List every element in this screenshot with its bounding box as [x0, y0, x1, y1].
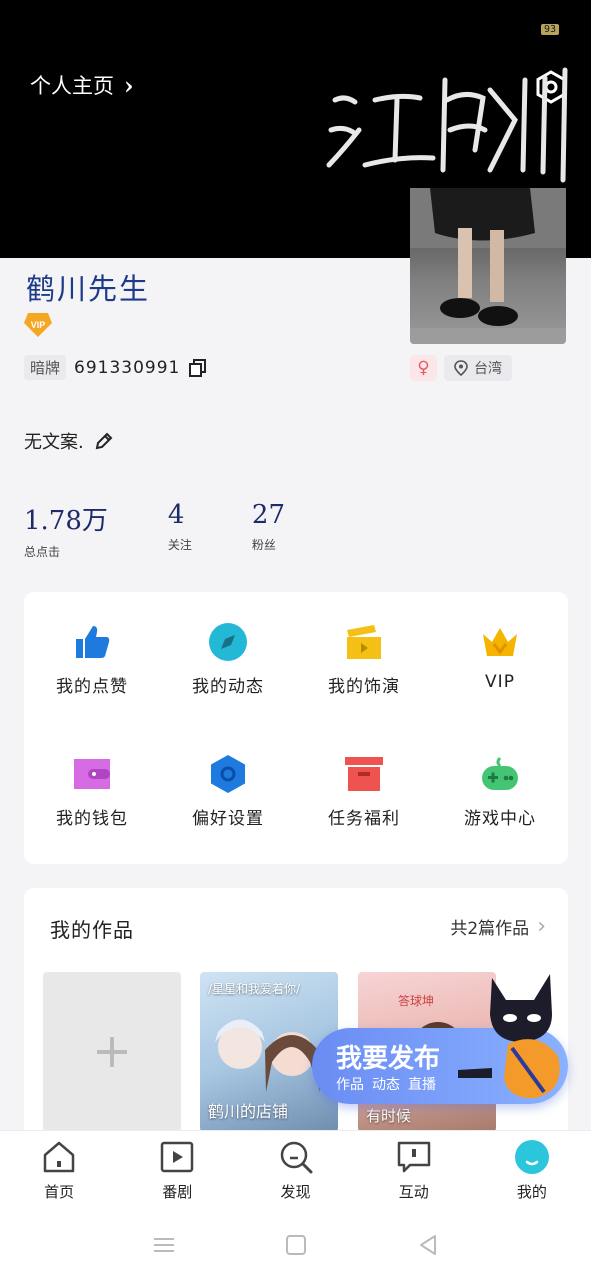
menu-vip[interactable]: VIP	[432, 592, 568, 724]
menu-preferences[interactable]: 偏好设置	[160, 724, 296, 856]
menu-my-likes[interactable]: 我的点赞	[24, 592, 160, 724]
bio-text: 无文案.	[24, 432, 84, 453]
system-navigation-bar	[0, 1210, 591, 1280]
bio-row[interactable]: 无文案.	[24, 428, 114, 454]
stat-following[interactable]: 4 关注	[168, 500, 192, 560]
menu-label: VIP	[485, 672, 515, 692]
tab-label: 番剧	[162, 1183, 193, 1201]
crown-icon	[483, 628, 517, 656]
stat-total-clicks[interactable]: 1.78万 总点击	[24, 500, 108, 560]
thumbs-up-icon	[76, 626, 110, 658]
tab-discover[interactable]: 发现	[236, 1131, 354, 1210]
plus-icon	[97, 1037, 127, 1067]
menu-label: 我的点赞	[56, 677, 128, 697]
play-icon	[161, 1141, 194, 1173]
cat-mascot-icon	[458, 974, 560, 1099]
menu-my-wallet[interactable]: 我的钱包	[24, 724, 160, 856]
calligraphy-banner	[326, 67, 568, 183]
stat-value: 27	[251, 500, 286, 530]
female-icon: ♀	[417, 358, 430, 378]
publish-option-post: 动态	[372, 1077, 400, 1093]
gift-box-icon	[345, 757, 383, 791]
tab-label: 发现	[280, 1183, 311, 1201]
tab-label: 首页	[44, 1183, 75, 1201]
stat-followers[interactable]: 27 粉丝	[252, 500, 285, 560]
chevron-right-icon: ›	[124, 70, 134, 100]
gender-badge: ♀	[410, 355, 437, 381]
chat-icon	[397, 1141, 430, 1173]
nickname: 鹤川先生	[26, 272, 151, 306]
home-icon	[43, 1141, 75, 1173]
hexagon-settings-icon	[211, 755, 245, 793]
menu-label: 任务福利	[328, 809, 400, 829]
menu-game-center[interactable]: 游戏中心	[432, 724, 568, 856]
profile-icon	[514, 1140, 549, 1174]
back-triangle-icon[interactable]	[417, 1234, 439, 1256]
user-id-row: 暗牌 691330991	[24, 355, 208, 380]
gamepad-icon	[482, 756, 518, 790]
menu-label: 游戏中心	[464, 809, 536, 829]
stats-row: 1.78万 总点击 4 关注 27 粉丝	[24, 500, 345, 560]
bottom-tab-bar: 首页 番剧 发现 互动 我的	[0, 1130, 591, 1210]
vip-badge-icon: VIP	[24, 313, 52, 337]
chevron-right-icon: ›	[537, 914, 546, 939]
works-count-label: 共2篇作品	[450, 919, 530, 939]
home-square-icon[interactable]	[285, 1234, 307, 1256]
menu-my-posts[interactable]: 我的动态	[160, 592, 296, 724]
work-cover-caption: /星星和我爱着你/	[208, 982, 301, 996]
stat-label: 总点击	[24, 545, 61, 559]
location-badge: 台湾	[444, 355, 512, 381]
stat-value: 1.78万	[24, 506, 108, 536]
stat-label: 粉丝	[251, 538, 276, 552]
location-pin-icon	[454, 360, 468, 376]
battery-indicator: 93	[540, 24, 559, 35]
profile-avatar-photo[interactable]	[410, 188, 566, 344]
menu-my-roles[interactable]: 我的饰演	[296, 592, 432, 724]
clapperboard-icon	[347, 625, 381, 659]
home-page-link-label: 个人主页	[30, 74, 114, 98]
publish-option-work: 作品	[336, 1077, 364, 1093]
id-tag: 暗牌	[24, 355, 67, 380]
menu-label: 偏好设置	[192, 809, 264, 829]
discover-search-icon	[280, 1141, 312, 1174]
tab-label: 互动	[398, 1183, 429, 1201]
menu-task-rewards[interactable]: 任务福利	[296, 724, 432, 856]
home-page-link[interactable]: 个人主页 ›	[30, 70, 134, 100]
publish-options: 作品 动态 直播	[336, 1074, 436, 1094]
edit-pencil-icon[interactable]	[94, 431, 114, 451]
wallet-icon	[74, 759, 110, 789]
add-work-tile[interactable]	[43, 972, 181, 1132]
tab-interact[interactable]: 互动	[355, 1131, 473, 1210]
works-count-link[interactable]: 共2篇作品 ›	[450, 914, 546, 939]
compass-icon	[209, 623, 247, 661]
work-cover-title: 鹤川的店铺	[208, 1102, 289, 1121]
tab-mine[interactable]: 我的	[473, 1131, 591, 1210]
tab-series[interactable]: 番剧	[118, 1131, 236, 1210]
menu-label: 我的饰演	[328, 677, 400, 697]
tab-label: 我的	[516, 1183, 547, 1201]
works-title: 我的作品	[50, 918, 134, 942]
user-id-number: 691330991	[74, 357, 181, 378]
avatar-illustration	[410, 188, 566, 344]
stat-value: 4	[167, 500, 185, 530]
publish-title: 我要发布	[336, 1044, 441, 1074]
feature-menu-card: 我的点赞 我的动态 我的饰演 VIP 我的钱包 偏好设置 任务福利 游戏中心	[24, 592, 568, 864]
stat-label: 关注	[167, 538, 192, 552]
menu-lines-icon[interactable]	[153, 1235, 175, 1255]
location-label: 台湾	[474, 361, 502, 377]
tab-home[interactable]: 首页	[0, 1131, 118, 1210]
publish-option-live: 直播	[408, 1077, 436, 1093]
menu-label: 我的动态	[192, 677, 264, 697]
vip-badge-label: VIP	[31, 320, 46, 330]
copy-icon[interactable]	[188, 358, 208, 378]
menu-label: 我的钱包	[56, 809, 128, 829]
